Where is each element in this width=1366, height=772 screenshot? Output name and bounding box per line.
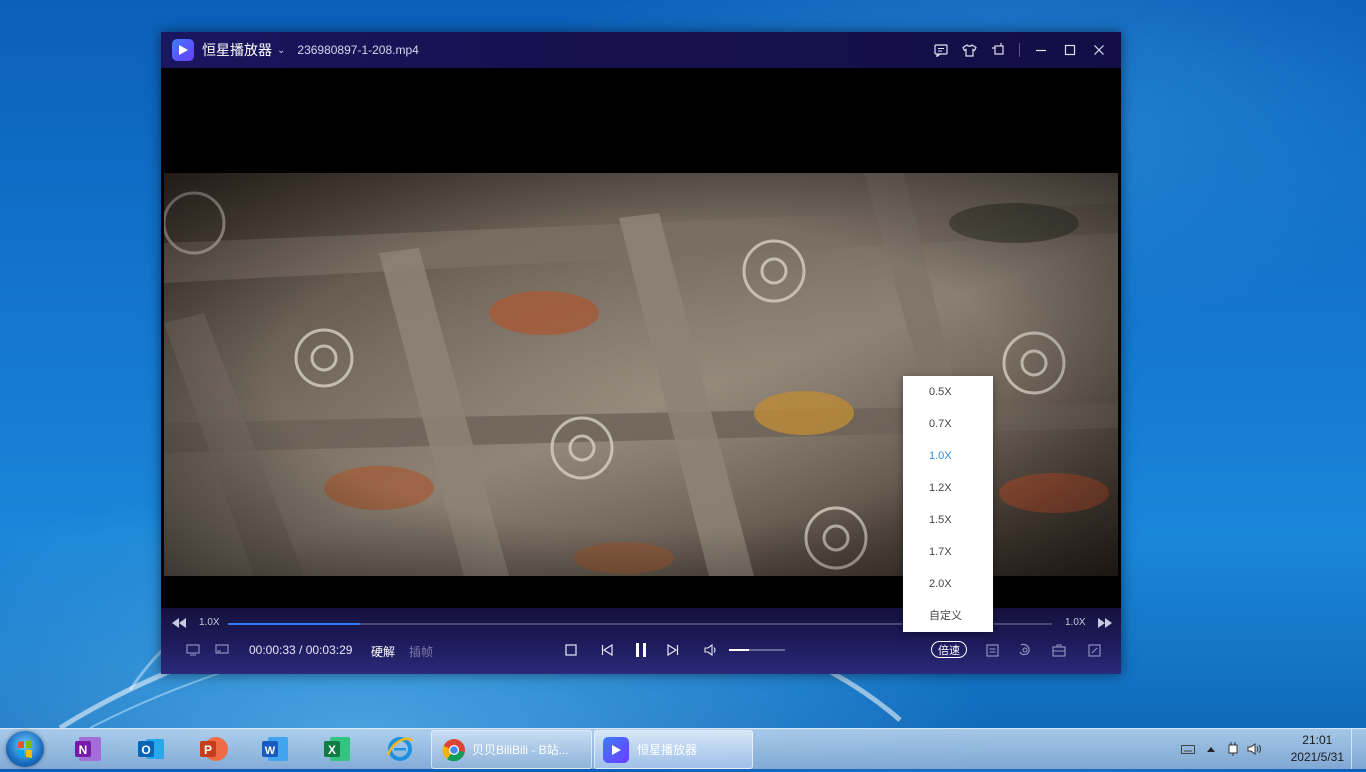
taskbar-chrome-label: 贝贝BiliBili - B站... [472, 743, 569, 757]
taskbar: N O P W X 贝贝BiliBili - B站... 恒星播放器 21:01… [0, 728, 1366, 769]
svg-text:W: W [265, 745, 276, 757]
speed-option[interactable]: 自定义 [903, 600, 993, 632]
speed-menu: 0.5X 0.7X 1.0X 1.2X 1.5X 1.7X 2.0X 自定义 [903, 376, 993, 632]
stop-button[interactable] [563, 638, 579, 662]
pc-cast-icon[interactable] [214, 638, 230, 662]
clock-date: 2021/5/31 [1290, 750, 1344, 764]
speed-indicator-left: 1.0X [199, 617, 220, 628]
app-logo-icon [172, 39, 194, 61]
screenshot-icon[interactable] [1017, 638, 1033, 662]
frame-interpolation-toggle[interactable]: 插帧 [409, 643, 433, 660]
outlook-icon[interactable]: O [133, 733, 169, 765]
maximize-button[interactable] [1055, 32, 1084, 68]
taskbar-chrome-window[interactable]: 贝贝BiliBili - B站... [431, 730, 592, 769]
excel-icon[interactable]: X [319, 733, 355, 765]
internet-explorer-icon[interactable] [382, 733, 418, 765]
speaker-icon[interactable] [1244, 742, 1266, 756]
speed-option[interactable]: 1.5X [903, 504, 993, 536]
power-plug-icon[interactable] [1222, 741, 1244, 757]
speed-button[interactable]: 倍速 [931, 641, 967, 658]
speed-indicator-right: 1.0X [1065, 617, 1086, 628]
pause-button[interactable] [633, 638, 649, 662]
speed-option[interactable]: 1.7X [903, 536, 993, 568]
speed-option[interactable]: 2.0X [903, 568, 993, 600]
svg-text:O: O [141, 743, 150, 757]
seek-bar-progress [228, 623, 360, 625]
show-desktop-button[interactable] [1351, 729, 1366, 769]
svg-text:X: X [328, 743, 336, 757]
previous-button[interactable] [599, 638, 615, 662]
keyboard-icon[interactable] [1176, 744, 1200, 754]
feedback-icon[interactable] [926, 32, 955, 68]
fullscreen-icon[interactable] [1086, 638, 1102, 662]
minimize-button[interactable] [1026, 32, 1055, 68]
speed-option[interactable]: 0.7X [903, 408, 993, 440]
windows-logo-icon [18, 740, 32, 758]
close-button[interactable] [1084, 32, 1113, 68]
clock-time: 21:01 [1302, 733, 1333, 747]
fast-forward-icon[interactable] [1097, 615, 1113, 631]
app-name[interactable]: 恒星播放器 [202, 40, 272, 60]
skin-icon[interactable] [955, 32, 984, 68]
volume-icon[interactable] [703, 638, 719, 662]
toolbox-icon[interactable] [1051, 638, 1067, 662]
volume-slider[interactable] [729, 649, 785, 651]
onenote-icon[interactable]: N [70, 733, 106, 765]
speed-option[interactable]: 1.2X [903, 472, 993, 504]
taskbar-player-label: 恒星播放器 [637, 743, 698, 757]
speed-option[interactable]: 0.5X [903, 376, 993, 408]
svg-text:P: P [204, 743, 212, 757]
taskbar-player-window[interactable]: 恒星播放器 [594, 730, 753, 769]
player-app-icon [603, 736, 629, 763]
chevron-down-icon[interactable]: ⌄ [277, 45, 285, 56]
file-name: 236980897-1-208.mp4 [297, 43, 419, 57]
hardware-decode-toggle[interactable]: 硬解 [371, 643, 395, 660]
system-clock[interactable]: 21:01 2021/5/31 [1291, 732, 1344, 766]
title-bar[interactable]: 恒星播放器 ⌄ 236980897-1-208.mp4 [161, 32, 1121, 68]
time-display: 00:00:33 / 00:03:29 [249, 643, 353, 657]
volume-level [729, 649, 749, 651]
show-hidden-icons[interactable] [1200, 746, 1222, 752]
tv-cast-icon[interactable] [185, 638, 201, 662]
system-tray [1176, 729, 1266, 769]
next-button[interactable] [665, 638, 681, 662]
speed-option[interactable]: 1.0X [903, 440, 993, 472]
pin-on-top-icon[interactable] [984, 32, 1013, 68]
chrome-icon [442, 738, 465, 761]
svg-text:N: N [79, 743, 88, 757]
powerpoint-icon[interactable]: P [195, 733, 231, 765]
word-icon[interactable]: W [257, 733, 293, 765]
rewind-icon[interactable] [171, 615, 187, 631]
titlebar-divider [1019, 43, 1020, 57]
start-button[interactable] [6, 731, 44, 767]
playlist-icon[interactable] [984, 638, 1000, 662]
